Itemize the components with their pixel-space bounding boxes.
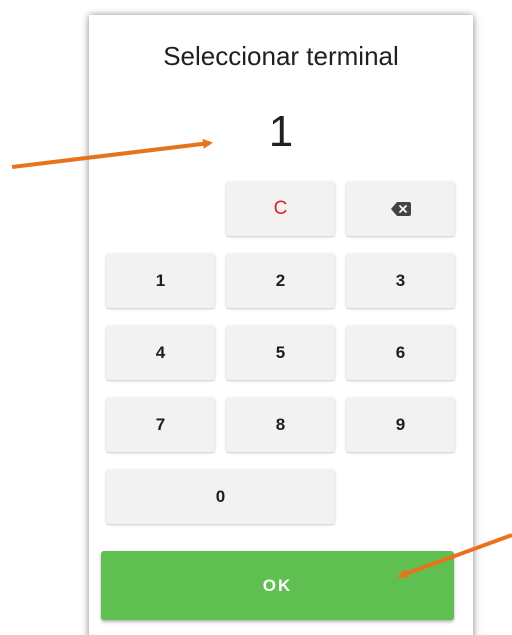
clear-button[interactable]: C (226, 181, 335, 236)
key-6[interactable]: 6 (346, 325, 455, 380)
backspace-icon (390, 201, 411, 216)
key-1[interactable]: 1 (106, 253, 215, 308)
select-terminal-dialog: Seleccionar terminal 1 C 1 2 3 4 5 6 7 8… (89, 15, 473, 635)
terminal-number-display: 1 (268, 107, 294, 156)
key-8[interactable]: 8 (226, 397, 335, 452)
key-2[interactable]: 2 (226, 253, 335, 308)
key-5[interactable]: 5 (226, 325, 335, 380)
key-7[interactable]: 7 (106, 397, 215, 452)
key-9[interactable]: 9 (346, 397, 455, 452)
dialog-title: Seleccionar terminal (163, 41, 399, 71)
key-0[interactable]: 0 (106, 469, 335, 524)
screen: Seleccionar terminal 1 C 1 2 3 4 5 6 7 8… (0, 0, 512, 635)
key-3[interactable]: 3 (346, 253, 455, 308)
backspace-button[interactable] (346, 181, 455, 236)
key-4[interactable]: 4 (106, 325, 215, 380)
ok-button[interactable]: OK (101, 551, 454, 620)
